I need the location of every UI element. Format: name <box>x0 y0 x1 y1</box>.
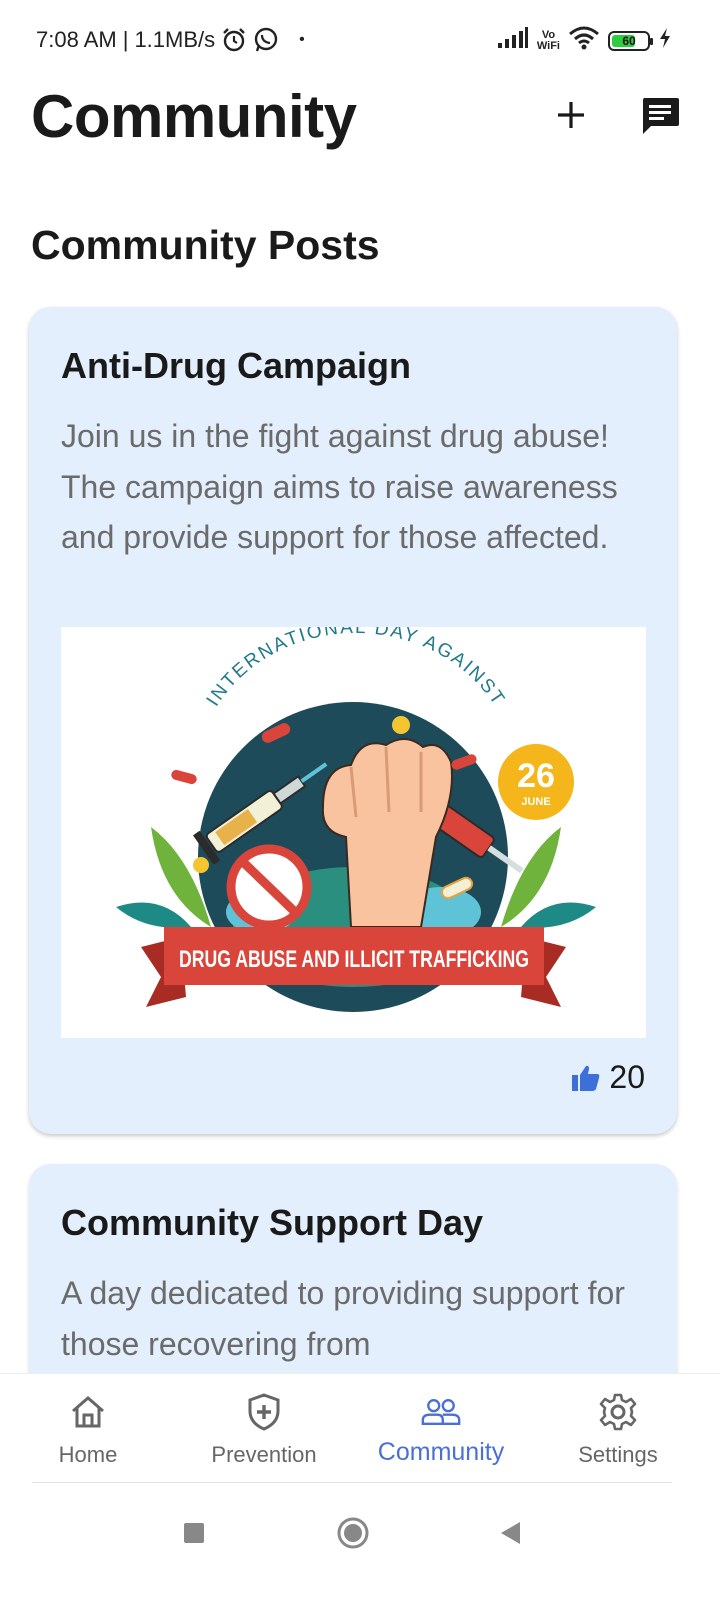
nav-item-settings[interactable]: Settings <box>530 1374 706 1484</box>
page-title: Community <box>31 83 357 150</box>
back-button[interactable] <box>485 1508 535 1558</box>
home-system-button[interactable] <box>328 1508 378 1558</box>
add-post-button[interactable] <box>548 92 594 138</box>
status-right: Vo WiFi 60 <box>497 26 672 55</box>
like-button[interactable]: 20 <box>571 1059 645 1096</box>
charging-icon <box>658 27 672 54</box>
status-dot: • <box>299 31 305 48</box>
nav-item-prevention[interactable]: Prevention <box>176 1374 352 1484</box>
chat-button[interactable] <box>636 92 684 140</box>
whatsapp-icon <box>253 27 279 53</box>
status-time: 7:08 AM <box>36 27 117 52</box>
banner-text: DRUG ABUSE AND ILLICIT TRAFFICKING <box>179 946 529 973</box>
signal-icon <box>497 27 529 54</box>
nav-label: Settings <box>578 1442 658 1467</box>
arc-text: INTERNATIONAL DAY AGAINST <box>203 627 509 710</box>
shield-icon <box>244 1392 284 1432</box>
back-triangle-icon <box>501 1522 520 1544</box>
wifi-icon <box>568 26 600 55</box>
people-icon <box>421 1392 461 1432</box>
campaign-illustration: INTERNATIONAL DAY AGAINST 26 JUNE DRUG A… <box>116 627 596 1012</box>
system-nav-bar <box>0 1484 720 1600</box>
nav-label: Home <box>58 1442 118 1467</box>
nav-item-community[interactable]: Community <box>353 1374 529 1484</box>
nav-label: Community <box>377 1438 505 1466</box>
post-title: Anti-Drug Campaign <box>61 345 411 386</box>
plus-icon <box>558 102 584 128</box>
recents-button[interactable] <box>169 1508 219 1558</box>
status-left: 7:08 AM | 1.1MB/s • <box>36 27 305 53</box>
date-day: 26 <box>517 757 555 795</box>
thumbs-up-icon <box>572 1065 600 1091</box>
divider <box>32 1482 672 1483</box>
status-speed: 1.1MB/s <box>134 27 216 52</box>
like-count: 20 <box>609 1059 645 1095</box>
vowifi-indicator: Vo WiFi <box>536 29 560 52</box>
battery-icon: 60 <box>608 30 653 51</box>
home-icon <box>68 1392 108 1432</box>
date-month: JUNE <box>521 796 550 808</box>
nav-label: Prevention <box>211 1442 317 1467</box>
section-title: Community Posts <box>31 222 380 268</box>
vowifi-bottom: WiFi <box>536 39 560 52</box>
square-icon <box>184 1523 204 1543</box>
status-bar: 7:08 AM | 1.1MB/s • Vo WiFi 60 <box>0 0 720 84</box>
bottom-navigation: Home Prevention Community Settings <box>0 1373 720 1483</box>
arc-text-path: INTERNATIONAL DAY AGAINST <box>203 627 507 710</box>
battery-level: 60 <box>622 33 636 48</box>
alarm-icon <box>221 27 247 53</box>
post-title: Community Support Day <box>61 1202 484 1243</box>
post-image: INTERNATIONAL DAY AGAINST 26 JUNE DRUG A… <box>61 627 646 1038</box>
gear-icon <box>598 1392 638 1432</box>
post-card[interactable]: Anti-Drug Campaign Join us in the fight … <box>29 307 677 1134</box>
status-separator: | <box>122 27 129 52</box>
circle-icon <box>337 1517 369 1549</box>
nav-item-home[interactable]: Home <box>0 1374 176 1484</box>
chat-icon <box>643 98 679 134</box>
post-body: A day dedicated to providing support for… <box>61 1275 625 1362</box>
post-body: Join us in the fight against drug abuse!… <box>61 418 618 555</box>
